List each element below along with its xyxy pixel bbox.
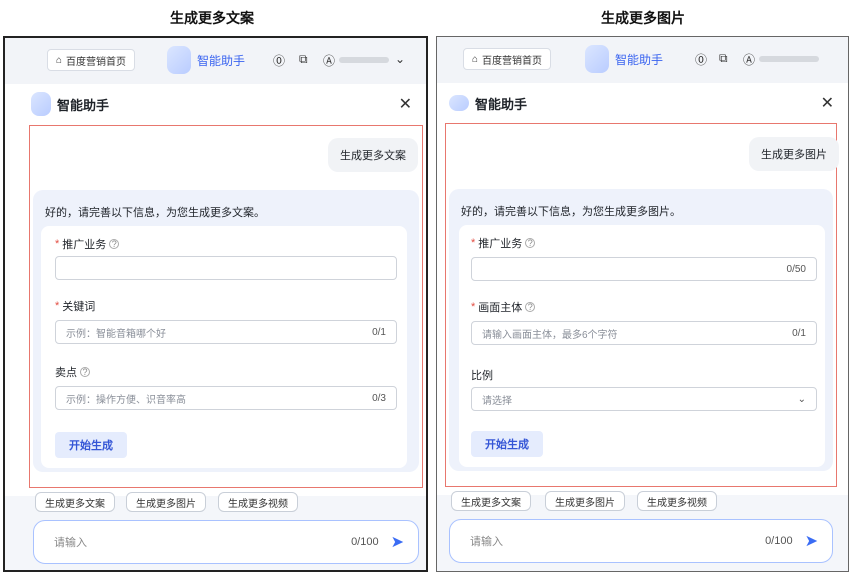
quick-chips: 生成更多文案 生成更多图片 生成更多视频 (5, 492, 426, 516)
field-label-text: 画面主体 (478, 302, 523, 314)
message-input[interactable]: 请输入 0/100 ➤ (33, 520, 419, 564)
top-bar: ⌂ 百度营销首页 智能助手 ⓪ ⧉ Ⓐ ⌄ (5, 38, 426, 84)
selling-point-count: 0/3 (372, 392, 386, 404)
assistant-avatar (167, 46, 191, 74)
keyword-input-placeholder: 示例：智能音箱哪个好 (66, 328, 166, 340)
assistant-header: 智能助手 ✕ (5, 84, 426, 124)
required-mark: * (55, 238, 60, 250)
reply-text: 好的，请完善以下信息，为您生成更多图片。 (461, 206, 681, 218)
user-icon[interactable]: Ⓐ (323, 52, 335, 69)
message-input-placeholder: 请输入 (470, 536, 503, 548)
field-label-text: 比例 (471, 370, 493, 382)
chevron-down-icon: ⌄ (797, 393, 806, 405)
chip-more-images[interactable]: 生成更多图片 (545, 491, 625, 511)
username-redacted (759, 56, 819, 62)
subject-input-placeholder: 请输入画面主体，最多6个字符 (482, 329, 618, 341)
top-bar: ⌂ 百度营销首页 智能助手 ⓪ ⧉ Ⓐ (437, 37, 848, 83)
chevron-down-icon[interactable]: ⌄ (395, 52, 405, 66)
field-label-keyword: * 关键词 (55, 298, 95, 314)
field-label-text: 卖点 (55, 367, 77, 379)
chat-area: 生成更多图片 好的，请完善以下信息，为您生成更多图片。 * 推广业务 ? 0/5… (437, 123, 848, 495)
start-generate-button[interactable]: 开始生成 (471, 431, 543, 457)
help-circle-icon[interactable]: ? (109, 239, 120, 249)
assistant-avatar (585, 45, 609, 73)
required-mark: * (471, 301, 476, 313)
left-section-heading: 生成更多文案 (170, 10, 254, 26)
field-label-business: * 推广业务 ? (55, 236, 120, 252)
selling-point-placeholder: 示例：操作方便、识音率高 (66, 394, 186, 406)
keyword-input[interactable]: 示例：智能音箱哪个好 0/1 (55, 320, 397, 344)
help-circle-icon[interactable]: ⓪ (695, 51, 707, 68)
subject-count: 0/1 (792, 327, 806, 339)
message-count: 0/100 (765, 535, 793, 547)
home-label: 百度营销首页 (66, 56, 127, 68)
message-count: 0/100 (351, 536, 379, 548)
business-input[interactable] (55, 256, 397, 280)
home-label: 百度营销首页 (482, 55, 543, 67)
field-label-text: 推广业务 (478, 238, 523, 250)
field-label-text: 推广业务 (62, 239, 107, 251)
assistant-tab-label: 智能助手 (615, 52, 664, 67)
help-circle-icon[interactable]: ⓪ (273, 52, 285, 69)
assistant-header: 智能助手 ✕ (437, 83, 848, 123)
chip-more-videos[interactable]: 生成更多视频 (218, 492, 298, 512)
field-label-text: 关键词 (62, 301, 96, 313)
field-label-selling-point: 卖点 ? (55, 364, 90, 380)
header-avatar (31, 92, 51, 116)
selling-point-input[interactable]: 示例：操作方便、识音率高 0/3 (55, 386, 397, 410)
home-button[interactable]: ⌂ 百度营销首页 (463, 48, 552, 70)
copy-icon[interactable]: ⧉ (299, 52, 308, 67)
form-card: * 推广业务 ? 0/50 * 画面主体 ? 请输入画面主体，最多6个字符 0/… (459, 225, 825, 467)
home-button[interactable]: ⌂ 百度营销首页 (47, 49, 136, 71)
chat-area: 生成更多文案 好的，请完善以下信息，为您生成更多文案。 * 推广业务 ? * 关… (5, 124, 426, 496)
send-icon[interactable]: ➤ (391, 532, 404, 552)
message-input-placeholder: 请输入 (54, 537, 87, 549)
assistant-tab-label: 智能助手 (197, 53, 246, 68)
right-assistant-panel: ⌂ 百度营销首页 智能助手 ⓪ ⧉ Ⓐ 智能助手 ✕ 生成更多图片 好的，请完善… (436, 36, 849, 572)
chip-more-copy[interactable]: 生成更多文案 (451, 491, 531, 511)
required-mark: * (471, 237, 476, 249)
home-icon: ⌂ (56, 54, 63, 66)
username-redacted (339, 57, 389, 63)
left-assistant-panel: ⌂ 百度营销首页 智能助手 ⓪ ⧉ Ⓐ ⌄ 智能助手 ✕ 生成更多文案 好的，请… (3, 36, 428, 572)
required-mark: * (55, 300, 60, 312)
business-count: 0/50 (786, 263, 806, 275)
message-input[interactable]: 请输入 0/100 ➤ (449, 519, 833, 563)
header-title: 智能助手 (57, 97, 110, 113)
field-label-business: * 推广业务 ? (471, 235, 536, 251)
ratio-select-placeholder: 请选择 (482, 395, 512, 407)
header-title: 智能助手 (475, 96, 528, 112)
reply-card: 好的，请完善以下信息，为您生成更多图片。 * 推广业务 ? 0/50 * 画面主… (449, 189, 833, 471)
quick-chips: 生成更多文案 生成更多图片 生成更多视频 (437, 491, 848, 515)
start-generate-button[interactable]: 开始生成 (55, 432, 127, 458)
close-icon[interactable]: ✕ (821, 93, 834, 113)
close-icon[interactable]: ✕ (399, 94, 412, 114)
help-circle-icon[interactable]: ? (525, 302, 536, 312)
reply-card: 好的，请完善以下信息，为您生成更多文案。 * 推广业务 ? * 关键词 示例：智… (33, 190, 419, 472)
reply-text: 好的，请完善以下信息，为您生成更多文案。 (45, 207, 265, 219)
assistant-tab[interactable]: 智能助手 (585, 45, 663, 73)
send-icon[interactable]: ➤ (805, 531, 818, 551)
assistant-tab[interactable]: 智能助手 (167, 46, 245, 74)
ratio-select[interactable]: 请选择 ⌄ (471, 387, 817, 411)
business-input[interactable]: 0/50 (471, 257, 817, 281)
right-section-heading: 生成更多图片 (601, 10, 685, 26)
home-icon: ⌂ (472, 53, 479, 65)
subject-input[interactable]: 请输入画面主体，最多6个字符 0/1 (471, 321, 817, 345)
header-avatar (449, 95, 469, 111)
keyword-count: 0/1 (372, 326, 386, 338)
copy-icon[interactable]: ⧉ (719, 51, 728, 66)
field-label-ratio: 比例 (471, 367, 493, 383)
user-message: 生成更多图片 (749, 137, 839, 171)
help-circle-icon[interactable]: ? (80, 367, 90, 377)
field-label-subject: * 画面主体 ? (471, 299, 536, 315)
chip-more-images[interactable]: 生成更多图片 (126, 492, 206, 512)
user-message: 生成更多文案 (328, 138, 418, 172)
chip-more-videos[interactable]: 生成更多视频 (637, 491, 717, 511)
user-icon[interactable]: Ⓐ (743, 51, 755, 68)
form-card: * 推广业务 ? * 关键词 示例：智能音箱哪个好 0/1 卖点 ? 示例：操作… (41, 226, 407, 468)
help-circle-icon[interactable]: ? (525, 238, 536, 248)
chip-more-copy[interactable]: 生成更多文案 (35, 492, 115, 512)
